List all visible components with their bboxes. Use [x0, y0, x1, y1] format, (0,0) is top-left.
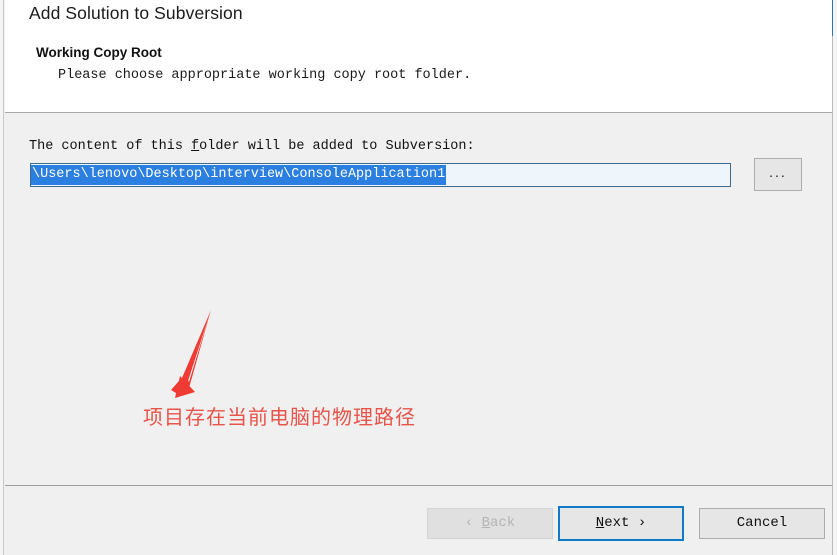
working-copy-path-field[interactable]: \Users\lenovo\Desktop\interview\ConsoleA…: [30, 163, 731, 187]
dialog-footer: ‹ Back Next › Cancel: [5, 487, 832, 555]
back-button[interactable]: ‹ Back: [427, 508, 553, 539]
next-button[interactable]: Next ›: [558, 506, 684, 541]
back-chevron-icon: ‹: [464, 515, 474, 531]
next-label-rest: ext: [604, 515, 630, 531]
back-label-rest: ack: [490, 515, 516, 531]
annotation-arrow-icon: [171, 310, 211, 398]
add-solution-to-subversion-dialog: Add Solution to Subversion Working Copy …: [0, 0, 837, 555]
folder-label-text-after: older will be added to Subversion:: [199, 139, 475, 154]
folder-label-text-before: The content of this: [29, 139, 192, 154]
next-chevron-icon: ›: [637, 515, 647, 531]
back-label-mnemonic: B: [481, 515, 490, 531]
next-label-mnemonic: N: [595, 515, 605, 531]
dialog-body: The content of this folder will be added…: [5, 114, 832, 486]
window-frame-left-edge: [0, 0, 4, 555]
dialog-title: Add Solution to Subversion: [29, 3, 243, 23]
browse-folder-button[interactable]: ...: [754, 158, 802, 191]
dialog-header: Add Solution to Subversion Working Copy …: [5, 0, 832, 113]
window-frame-right-edge: [832, 0, 837, 555]
folder-label-mnemonic: f: [191, 139, 200, 154]
page-title: Working Copy Root: [36, 45, 162, 60]
annotation-label: 项目存在当前电脑的物理路径: [143, 405, 416, 429]
folder-field-label: The content of this folder will be added…: [29, 139, 475, 154]
cancel-button[interactable]: Cancel: [699, 508, 825, 539]
path-input-selected-text[interactable]: \Users\lenovo\Desktop\interview\ConsoleA…: [31, 165, 447, 185]
page-subtitle: Please choose appropriate working copy r…: [58, 68, 472, 83]
